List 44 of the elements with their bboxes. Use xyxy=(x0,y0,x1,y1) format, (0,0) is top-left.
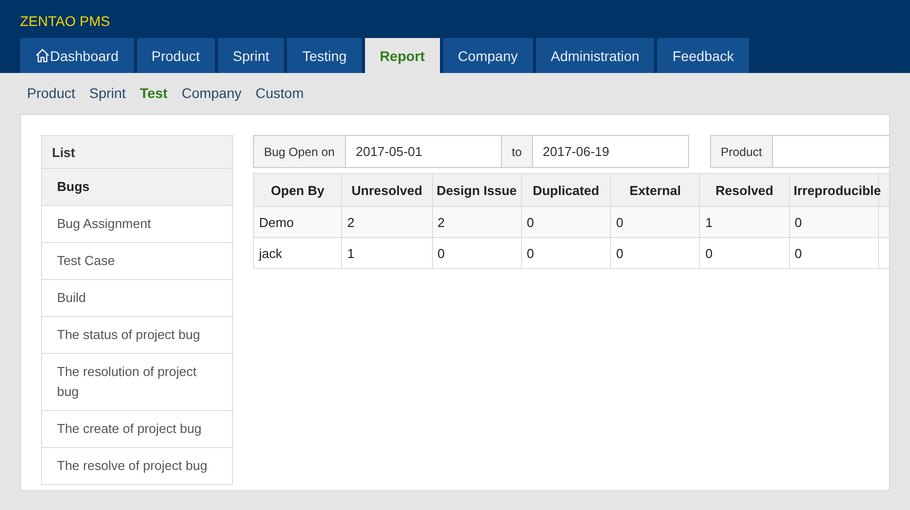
nav-tab[interactable]: Company xyxy=(442,38,533,73)
table-cell: 0 xyxy=(610,238,700,268)
nav-tab[interactable]: Product xyxy=(136,38,215,73)
date-label: Bug Open on xyxy=(253,135,346,168)
column-header: Open By xyxy=(254,174,342,206)
date-from-field[interactable]: 2017-05-01 xyxy=(346,135,502,168)
table-cell: 0 xyxy=(610,206,700,238)
table-cell: 1 xyxy=(342,238,432,268)
table-cell: 0 xyxy=(521,238,611,268)
product-label: Product xyxy=(710,135,774,168)
nav-tab[interactable]: Sprint xyxy=(218,38,284,73)
list-title: List xyxy=(42,136,232,169)
subnav-link[interactable]: Test xyxy=(140,85,168,114)
table-cell: 0 xyxy=(789,206,878,238)
nav-tab[interactable]: Testing xyxy=(287,38,362,73)
nav-tab[interactable]: Dashboard xyxy=(20,38,134,73)
home-icon xyxy=(35,48,50,63)
product-field[interactable] xyxy=(773,135,889,168)
column-header: Irreproducible xyxy=(789,174,878,206)
table-cell: 0 xyxy=(700,238,790,268)
column-header: Unresolved xyxy=(342,174,432,206)
nav-tab[interactable]: Report xyxy=(364,38,440,73)
column-header: Design Issue xyxy=(432,174,522,206)
table-cell: 0 xyxy=(789,238,878,268)
column-header: Duplicated xyxy=(521,174,611,206)
nav-tab[interactable]: Administration xyxy=(536,38,654,73)
table-cell: 0 xyxy=(432,238,522,268)
table-cell: 1 xyxy=(700,206,790,238)
to-label: to xyxy=(502,135,533,168)
app-title: ZENTAO PMS xyxy=(20,13,111,29)
table-cell: 2 xyxy=(432,206,522,238)
table-cell: 2 xyxy=(342,206,432,238)
subnav-link[interactable]: Sprint xyxy=(89,85,126,114)
table-cell: jack xyxy=(254,238,342,268)
subnav-link[interactable]: Product xyxy=(27,85,76,114)
report-link[interactable]: Bugs xyxy=(42,169,232,205)
subnav-link[interactable]: Company xyxy=(182,85,242,114)
column-header: Resolved xyxy=(700,174,790,206)
table-cell: Demo xyxy=(254,206,342,238)
date-to-field[interactable]: 2017-06-19 xyxy=(532,135,689,168)
nav-tab[interactable]: Feedback xyxy=(657,38,749,73)
subnav-link[interactable]: Custom xyxy=(256,85,304,114)
table-cell: 0 xyxy=(521,206,611,238)
column-header: External xyxy=(610,174,700,206)
